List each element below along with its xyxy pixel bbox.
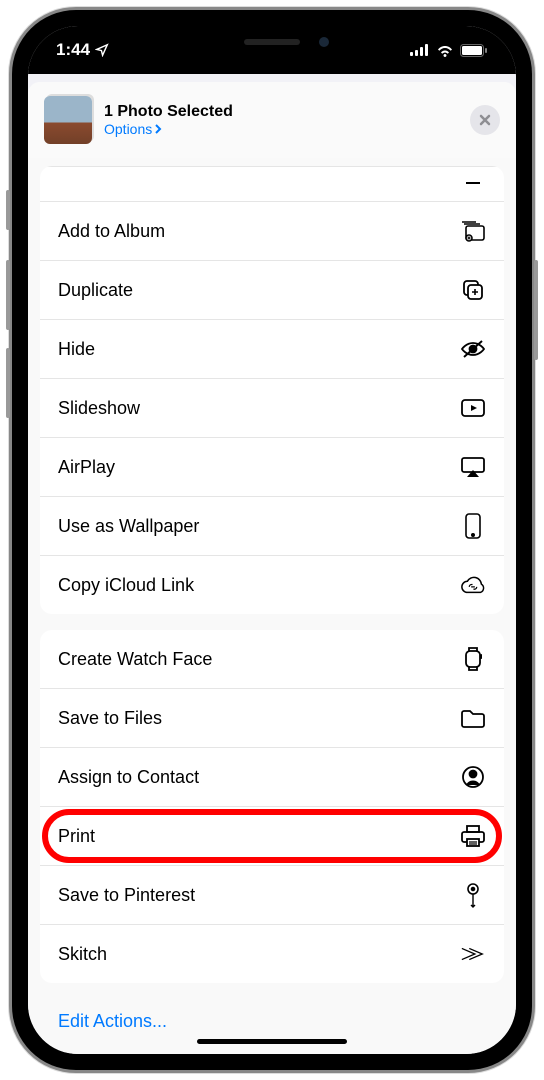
use-as-wallpaper-action[interactable]: Use as Wallpaper [40, 496, 504, 555]
close-icon [479, 114, 491, 126]
phone-frame: 1:44 1 Photo Selected Options [12, 10, 532, 1070]
airplay-icon [460, 454, 486, 480]
icloud-link-icon [460, 572, 486, 598]
pinterest-icon [460, 882, 486, 908]
battery-icon [460, 44, 488, 57]
add-album-icon [460, 218, 486, 244]
copy-icloud-link-action[interactable]: Copy iCloud Link [40, 555, 504, 614]
status-time: 1:44 [56, 40, 90, 60]
create-watch-face-action[interactable]: Create Watch Face [40, 630, 504, 688]
hide-action[interactable]: Hide [40, 319, 504, 378]
save-to-pinterest-action[interactable]: Save to Pinterest [40, 865, 504, 924]
hide-icon [460, 336, 486, 362]
wallpaper-icon [460, 513, 486, 539]
skitch-icon [460, 941, 486, 967]
action-group-2: Create Watch Face Save to Files Assign t… [40, 630, 504, 983]
edit-actions-button[interactable]: Edit Actions... [40, 999, 504, 1044]
location-arrow-icon [95, 43, 109, 57]
unknown-icon [460, 171, 486, 197]
add-to-album-action[interactable]: Add to Album [40, 201, 504, 260]
options-button[interactable]: Options [104, 121, 470, 137]
slideshow-icon [460, 395, 486, 421]
sheet-header: 1 Photo Selected Options [28, 82, 516, 158]
print-icon [460, 823, 486, 849]
home-indicator[interactable] [197, 1039, 347, 1044]
photo-thumbnail[interactable] [44, 96, 92, 144]
contact-icon [460, 764, 486, 790]
action-group-1: Add to Album Duplicate Hide [40, 166, 504, 614]
cell-signal-icon [410, 44, 430, 56]
print-action[interactable]: Print [40, 806, 504, 865]
airplay-action[interactable]: AirPlay [40, 437, 504, 496]
action-partial-row[interactable] [40, 166, 504, 201]
duplicate-action[interactable]: Duplicate [40, 260, 504, 319]
wifi-icon [436, 44, 454, 57]
slideshow-action[interactable]: Slideshow [40, 378, 504, 437]
screen: 1:44 1 Photo Selected Options [28, 26, 516, 1054]
close-button[interactable] [470, 105, 500, 135]
share-sheet: 1 Photo Selected Options [28, 82, 516, 1054]
files-icon [460, 705, 486, 731]
chevron-right-icon [154, 124, 162, 134]
duplicate-icon [460, 277, 486, 303]
watch-icon [460, 646, 486, 672]
assign-to-contact-action[interactable]: Assign to Contact [40, 747, 504, 806]
highlight-ring [42, 809, 502, 863]
notch [167, 26, 377, 58]
save-to-files-action[interactable]: Save to Files [40, 688, 504, 747]
skitch-action[interactable]: Skitch [40, 924, 504, 983]
selection-title: 1 Photo Selected [104, 103, 470, 121]
actions-list[interactable]: Add to Album Duplicate Hide [28, 158, 516, 1054]
